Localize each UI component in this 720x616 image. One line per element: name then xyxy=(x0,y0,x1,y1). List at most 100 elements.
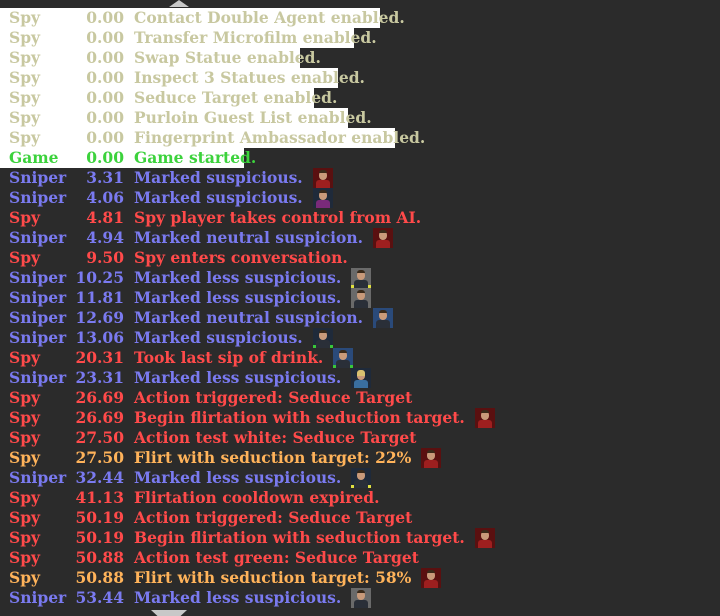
log-row: Spy 27.50 Flirt with seduction target: 22% xyxy=(0,448,720,468)
character-portrait-icon xyxy=(373,308,394,328)
character-portrait-icon xyxy=(312,168,333,188)
character-portrait-icon xyxy=(474,408,495,428)
log-row: Spy 0.00 Seduce Target enabled. xyxy=(0,88,720,108)
log-message: Took last sip of drink. xyxy=(134,348,354,368)
log-row: Spy 0.00 Fingerprint Ambassador enabled. xyxy=(0,128,720,148)
portrait-hair xyxy=(379,230,388,233)
log-message-text: Action test green: Seduce Target xyxy=(134,548,419,567)
log-actor: Sniper xyxy=(9,468,67,487)
log-message-text: Marked neutral suspicion. xyxy=(134,228,364,247)
portrait-hair xyxy=(357,370,366,376)
log-message: Marked neutral suspicion. xyxy=(134,228,394,248)
character-portrait-icon xyxy=(421,568,442,588)
log-message: Transfer Microfilm enabled. xyxy=(134,28,377,48)
log-message: Marked suspicious. xyxy=(134,328,333,348)
log-time: 4.94 xyxy=(86,228,124,247)
log-time: 4.81 xyxy=(86,208,124,227)
log-actor: Sniper xyxy=(9,288,67,307)
log-message: Marked less suspicious. xyxy=(134,588,372,608)
log-row: Sniper 3.31 Marked suspicious. xyxy=(0,168,720,188)
log-actor: Sniper xyxy=(9,308,67,327)
character-portrait-icon xyxy=(474,528,495,548)
log-time: 50.88 xyxy=(75,548,124,567)
log-actor: Spy xyxy=(9,28,41,47)
portrait-hair xyxy=(357,270,366,273)
log-time: 0.00 xyxy=(86,68,124,87)
log-message-text: Spy player takes control from AI. xyxy=(134,208,422,227)
log-message-text: Marked neutral suspicion. xyxy=(134,308,364,327)
log-actor: Sniper xyxy=(9,268,67,287)
character-portrait-icon xyxy=(312,188,333,208)
log-message: Purloin Guest List enabled. xyxy=(134,108,372,128)
log-message: Spy player takes control from AI. xyxy=(134,208,421,228)
log-row: Spy 20.31 Took last sip of drink. xyxy=(0,348,720,368)
scroll-down-arrow[interactable] xyxy=(151,610,187,616)
log-actor: Sniper xyxy=(9,328,67,347)
log-row: Spy 26.69 Action triggered: Seduce Target xyxy=(0,388,720,408)
log-message-text: Action test white: Seduce Target xyxy=(134,428,417,447)
log-message: Begin flirtation with seduction target. xyxy=(134,528,495,548)
log-message: Swap Statue enabled. xyxy=(134,48,321,68)
log-message-text: Marked suspicious. xyxy=(134,188,303,207)
portrait-hair xyxy=(427,450,436,453)
portrait-body xyxy=(376,320,391,328)
portrait-body xyxy=(315,200,330,208)
log-message: Action triggered: Seduce Target xyxy=(134,508,412,528)
portrait-body xyxy=(424,580,439,588)
scroll-up-arrow[interactable] xyxy=(169,0,189,7)
log-message-text: Inspect 3 Statues enabled. xyxy=(134,68,365,87)
portrait-body xyxy=(354,480,369,488)
log-time: 50.19 xyxy=(75,508,124,527)
log-message: Marked less suspicious. xyxy=(134,268,372,288)
log-message: Begin flirtation with seduction target. xyxy=(134,408,495,428)
log-actor: Spy xyxy=(9,448,41,467)
log-message: Contact Double Agent enabled. xyxy=(134,8,405,28)
log-message: Seduce Target enabled. xyxy=(134,88,337,108)
character-portrait-icon xyxy=(373,228,394,248)
log-time: 0.00 xyxy=(86,28,124,47)
log-actor: Spy xyxy=(9,508,41,527)
log-message: Action test white: Seduce Target xyxy=(134,428,416,448)
log-actor: Spy xyxy=(9,8,41,27)
log-time: 50.19 xyxy=(75,528,124,547)
log-row: Sniper 4.06 Marked suspicious. xyxy=(0,188,720,208)
log-row: Sniper 23.31 Marked less suspicious. xyxy=(0,368,720,388)
log-row: Sniper 11.81 Marked less suspicious. xyxy=(0,288,720,308)
portrait-body xyxy=(336,360,351,368)
log-time: 12.69 xyxy=(75,308,124,327)
portrait-body xyxy=(376,240,391,248)
log-actor: Sniper xyxy=(9,168,67,187)
game-event-log: Spy 0.00 Contact Double Agent enabled. Spy 0… xyxy=(0,8,720,608)
log-actor: Sniper xyxy=(9,188,67,207)
log-row: Game 0.00 Game started. xyxy=(0,148,720,168)
log-actor: Game xyxy=(9,148,59,167)
log-row: Spy 50.88 Flirt with seduction target: 58% xyxy=(0,568,720,588)
log-message: Flirtation cooldown expired. xyxy=(134,488,379,508)
log-time: 0.00 xyxy=(86,128,124,147)
log-row: Spy 9.50 Spy enters conversation. xyxy=(0,248,720,268)
log-time: 3.31 xyxy=(86,168,124,187)
log-time: 0.00 xyxy=(86,148,124,167)
log-time: 13.06 xyxy=(75,328,124,347)
log-message: Inspect 3 Statues enabled. xyxy=(134,68,365,88)
log-time: 26.69 xyxy=(75,408,124,427)
log-message: Fingerprint Ambassador enabled. xyxy=(134,128,425,148)
portrait-body xyxy=(354,280,369,288)
log-message-text: Seduce Target enabled. xyxy=(134,88,338,107)
portrait-hair xyxy=(427,570,436,573)
log-message-text: Begin flirtation with seduction target. xyxy=(134,528,465,547)
log-message-text: Flirt with seduction target: 58% xyxy=(134,568,412,587)
log-time: 0.00 xyxy=(86,108,124,127)
log-actor: Spy xyxy=(9,128,41,147)
character-portrait-icon xyxy=(351,268,372,288)
log-actor: Spy xyxy=(9,68,41,87)
log-time: 41.13 xyxy=(75,488,124,507)
log-message: Marked less suspicious. xyxy=(134,288,372,308)
portrait-hair xyxy=(318,170,327,173)
log-row: Spy 41.13 Flirtation cooldown expired. xyxy=(0,488,720,508)
log-actor: Sniper xyxy=(9,588,67,607)
log-time: 53.44 xyxy=(75,588,124,607)
log-time: 27.50 xyxy=(75,448,124,467)
log-message: Marked neutral suspicion. xyxy=(134,308,394,328)
log-message-text: Marked suspicious. xyxy=(134,328,303,347)
